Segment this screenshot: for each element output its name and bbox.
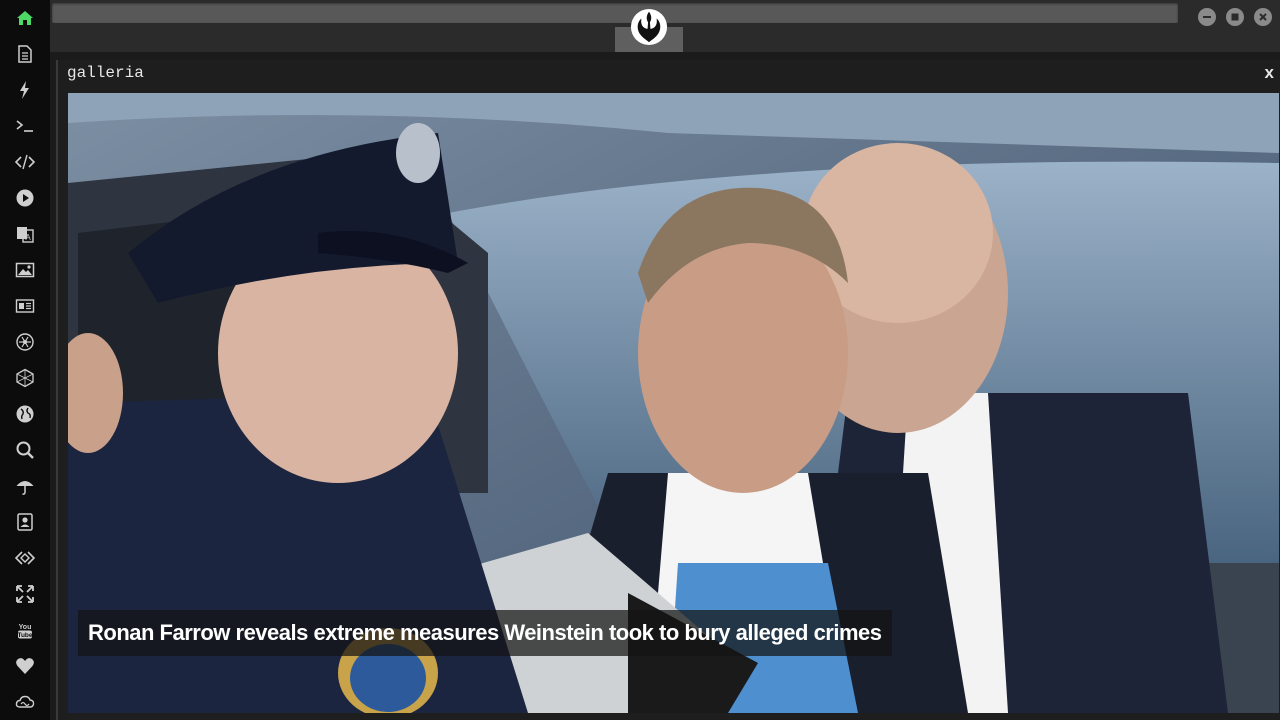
image-icon	[15, 262, 35, 278]
contact-icon	[17, 513, 33, 531]
svg-text:A: A	[25, 233, 31, 242]
terminal-icon	[16, 120, 33, 132]
address-bar[interactable]	[52, 3, 1178, 23]
umbrella-icon	[16, 481, 34, 495]
sidebar-item-globe[interactable]	[0, 396, 50, 432]
maximize-button[interactable]	[1226, 8, 1244, 26]
api-icon	[15, 551, 35, 565]
sidebar-item-news[interactable]	[0, 288, 50, 324]
rebel-alliance-icon	[630, 8, 668, 46]
galleria-panel: galleria x Ronan Farrow reveals extreme …	[56, 60, 1280, 720]
sidebar-item-cube[interactable]	[0, 360, 50, 396]
sidebar-item-terminal[interactable]	[0, 108, 50, 144]
sidebar: A You Tube	[0, 0, 50, 720]
minimize-icon	[1203, 16, 1211, 18]
cloud-icon	[15, 695, 35, 708]
sidebar-item-api[interactable]	[0, 540, 50, 576]
svg-text:Tube: Tube	[17, 632, 32, 639]
sidebar-item-code[interactable]	[0, 144, 50, 180]
maximize-icon	[1231, 13, 1239, 21]
gallery-photo[interactable]: Ronan Farrow reveals extreme measures We…	[68, 93, 1279, 713]
close-window-button[interactable]	[1254, 8, 1272, 26]
sidebar-item-youtube[interactable]: You Tube	[0, 612, 50, 648]
expand-icon	[16, 585, 34, 603]
atom-icon	[16, 333, 34, 351]
sidebar-item-home[interactable]	[0, 0, 50, 36]
search-icon	[16, 441, 34, 459]
sidebar-item-fullscreen[interactable]	[0, 576, 50, 612]
home-icon	[17, 11, 33, 25]
translate-icon: A	[17, 227, 34, 243]
cube-icon	[16, 368, 34, 388]
play-icon	[16, 189, 34, 207]
sidebar-item-weather[interactable]	[0, 468, 50, 504]
top-bar	[50, 0, 1280, 52]
code-icon	[15, 154, 35, 170]
lightning-icon	[20, 81, 29, 99]
panel-close-button[interactable]: x	[1265, 63, 1274, 83]
globe-icon	[16, 405, 34, 423]
sidebar-item-play[interactable]	[0, 180, 50, 216]
sidebar-item-contacts[interactable]	[0, 504, 50, 540]
minimize-button[interactable]	[1198, 8, 1216, 26]
sidebar-item-images[interactable]	[0, 252, 50, 288]
document-icon	[18, 45, 32, 63]
panel-title: galleria	[67, 64, 144, 82]
sidebar-item-documents[interactable]	[0, 36, 50, 72]
sidebar-item-favorites[interactable]	[0, 648, 50, 684]
svg-text:You: You	[19, 624, 32, 631]
heart-icon	[16, 658, 34, 674]
sidebar-item-translate[interactable]: A	[0, 216, 50, 252]
sidebar-item-search[interactable]	[0, 432, 50, 468]
youtube-icon: YouTube	[17, 624, 32, 639]
close-icon	[1259, 13, 1267, 21]
sidebar-item-cloud[interactable]	[0, 684, 50, 720]
sidebar-item-flash[interactable]	[0, 72, 50, 108]
news-icon	[15, 299, 35, 313]
photo-caption: Ronan Farrow reveals extreme measures We…	[78, 610, 892, 656]
sidebar-item-atom[interactable]	[0, 324, 50, 360]
